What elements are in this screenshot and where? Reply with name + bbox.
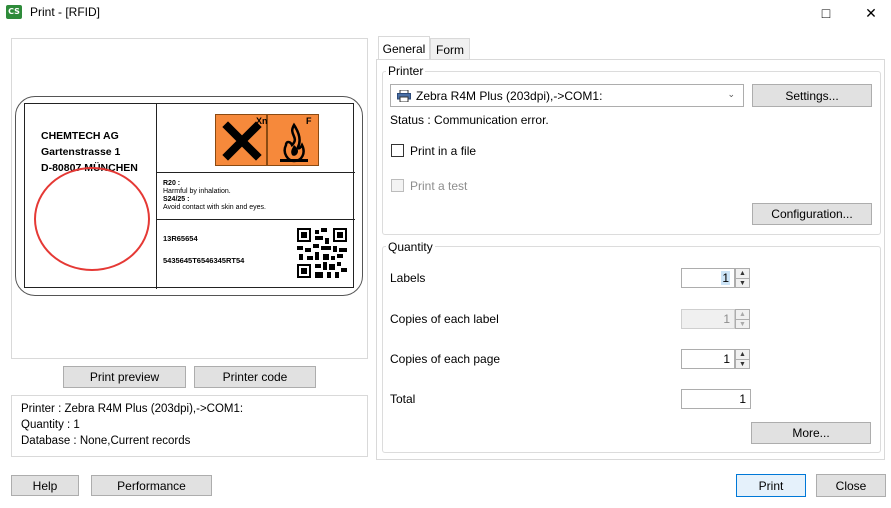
close-button[interactable]: Close	[816, 474, 886, 497]
configuration-button[interactable]: Configuration...	[752, 203, 872, 225]
print-preview-button[interactable]: Print preview	[63, 366, 186, 388]
spin-up-icon: ▲	[736, 310, 749, 320]
spin-down-icon: ▼	[739, 361, 746, 368]
flammable-icon: F	[267, 114, 319, 166]
spin-down-icon: ▼	[739, 321, 746, 328]
print-test-checkbox[interactable]	[391, 179, 404, 192]
copies-label-label: Copies of each label	[390, 312, 499, 326]
copies-label-stepper[interactable]: 1	[681, 309, 735, 329]
labels-stepper[interactable]: 1	[681, 268, 735, 288]
print-button[interactable]: Print	[736, 474, 806, 497]
tab-form[interactable]: Form	[430, 38, 470, 60]
spin-down-icon: ▼	[739, 280, 746, 287]
qr-code-icon	[297, 228, 347, 278]
copies-page-stepper[interactable]: 1	[681, 349, 735, 369]
label-code-2: 5435645T6546345RT54	[163, 256, 245, 265]
printer-group-title: Printer	[386, 64, 426, 78]
spin-up-icon: ▲	[736, 269, 749, 279]
red-circle-marker	[34, 167, 150, 271]
quantity-group-title: Quantity	[386, 240, 435, 254]
printer-code-button[interactable]: Printer code	[194, 366, 316, 388]
labels-spin-buttons[interactable]: ▲ ▼	[735, 268, 750, 288]
label-code-1: 13R65654	[163, 234, 198, 243]
printer-icon	[397, 89, 411, 102]
help-button[interactable]: Help	[11, 475, 79, 496]
copies-label-spin-buttons[interactable]: ▲ ▼	[735, 309, 750, 329]
harmful-x-icon: Xn	[215, 114, 268, 166]
tab-general[interactable]: General	[378, 36, 430, 60]
print-test-label: Print a test	[410, 179, 468, 193]
close-window-button[interactable]: ✕	[851, 0, 891, 26]
print-info-box: Printer : Zebra R4M Plus (203dpi),->COM1…	[11, 395, 368, 457]
performance-button[interactable]: Performance	[91, 475, 212, 496]
printer-select-value: Zebra R4M Plus (203dpi),->COM1:	[416, 88, 603, 103]
total-field: 1	[681, 389, 751, 409]
info-database: Database : None,Current records	[21, 435, 191, 447]
print-in-file-label[interactable]: Print in a file	[410, 144, 476, 158]
chevron-down-icon: ⌄	[727, 89, 735, 99]
copies-page-spin-buttons[interactable]: ▲ ▼	[735, 349, 750, 369]
printer-select[interactable]: Zebra R4M Plus (203dpi),->COM1: ⌄	[390, 84, 744, 107]
risk-phrases: R20 : Harmful by inhalation. S24/25 : Av…	[163, 180, 266, 211]
label-preview: CHEMTECH AG Gartenstrasse 1 D-80807 MÜNC…	[15, 96, 363, 296]
close-icon: ✕	[865, 4, 877, 21]
more-button[interactable]: More...	[751, 422, 871, 444]
spin-up-icon: ▲	[736, 350, 749, 360]
maximize-button[interactable]: □	[806, 0, 846, 26]
total-label: Total	[390, 392, 416, 406]
printer-status: Status : Communication error.	[390, 113, 549, 127]
app-icon: CS	[6, 5, 22, 19]
maximize-icon: □	[821, 5, 831, 21]
info-quantity: Quantity : 1	[21, 419, 80, 431]
info-printer: Printer : Zebra R4M Plus (203dpi),->COM1…	[21, 403, 244, 415]
copies-page-label: Copies of each page	[390, 352, 501, 366]
title-bar	[0, 0, 891, 26]
settings-button[interactable]: Settings...	[752, 84, 872, 107]
labels-label: Labels	[390, 271, 426, 285]
print-in-file-checkbox[interactable]	[391, 144, 404, 157]
window-title: Print - [RFID]	[30, 5, 101, 19]
